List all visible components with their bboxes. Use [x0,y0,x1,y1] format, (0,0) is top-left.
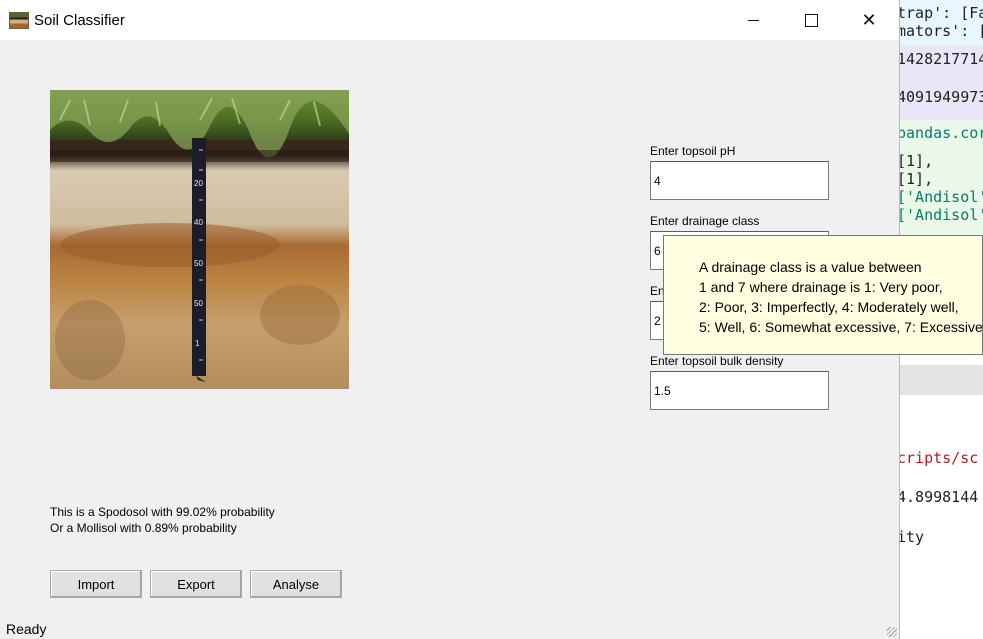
soil-app-icon [9,12,29,29]
bulk-density-label: Enter topsoil bulk density [650,354,784,368]
code-line: ity [897,528,925,546]
export-button[interactable]: Export [150,570,242,598]
analyse-button[interactable]: Analyse [250,570,342,598]
minimize-icon [747,19,759,21]
code-line: ['Andisol' [897,206,983,224]
code-line: [1], [897,152,934,170]
close-icon: ✕ [861,10,877,30]
ph-label: Enter topsoil pH [650,144,736,158]
code-line: 1428217714 [897,50,983,68]
code-line: trap': [Fa [897,4,983,22]
maximize-icon [804,13,818,27]
code-line: [1], [897,170,934,188]
ruler-mark: 50 [194,299,203,308]
ph-input[interactable]: 4 [650,161,829,200]
code-line: 4.8998144 [897,488,979,506]
window-title: Soil Classifier [34,12,125,29]
minimize-button[interactable] [724,0,782,40]
ruler-mark: 40 [194,218,203,227]
resize-grip-icon[interactable] [887,627,897,637]
ruler-mark: 50 [194,259,203,268]
tooltip-line: 2: Poor, 3: Imperfectly, 4: Moderately w… [699,299,959,315]
drainage-tooltip: A drainage class is a value between 1 an… [663,235,983,355]
tooltip-line: 1 and 7 where drainage is 1: Very poor, [699,279,943,295]
title-bar[interactable]: Soil Classifier ✕ [0,0,899,40]
result-secondary: Or a Mollisol with 0.89% probability [50,521,237,535]
code-line: cripts/sc [897,449,979,467]
code-line: mators': [ [897,22,983,40]
code-line: 4091949973 [897,88,983,106]
soil-profile-image: 20 40 50 50 1 [50,90,349,389]
close-button[interactable]: ✕ [840,0,898,40]
ruler-mark: 1 [195,339,200,348]
ruler-mark: 20 [194,179,203,188]
status-bar: Ready [6,621,47,637]
soil-profile-drawing: 20 40 50 50 1 [50,90,349,389]
import-button[interactable]: Import [50,570,142,598]
result-primary: This is a Spodosol with 99.02% probabili… [50,505,275,519]
code-line: pandas.cor [897,124,983,142]
tooltip-line: A drainage class is a value between [699,259,922,275]
code-line: ['Andisol' [897,188,983,206]
maximize-button[interactable] [782,0,840,40]
bulk-density-input[interactable]: 1.5 [650,371,829,410]
tooltip-line: 5: Well, 6: Somewhat excessive, 7: Exces… [699,319,983,335]
drainage-label: Enter drainage class [650,214,760,228]
